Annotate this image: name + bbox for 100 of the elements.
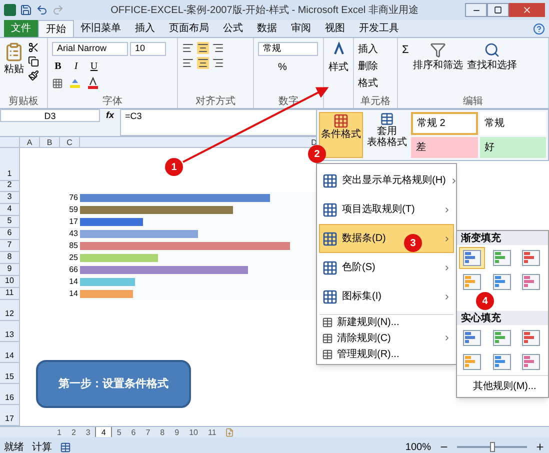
zoom-thumb[interactable] (490, 442, 494, 452)
menu-item[interactable]: 清除规则(C) (319, 330, 454, 346)
ribbon-tab[interactable]: 视图 (318, 20, 352, 37)
group-label: 对齐方式 (194, 96, 236, 108)
row-header[interactable]: 12 (0, 300, 20, 321)
conditional-format-button[interactable]: 条件格式 (319, 112, 363, 158)
autosum-button[interactable]: Σ (402, 42, 409, 96)
row-header[interactable]: 9 (0, 264, 20, 276)
ribbon-tab[interactable]: 数据 (250, 20, 284, 37)
sheet-tab[interactable]: 3 (80, 426, 96, 438)
macro-record-icon[interactable] (60, 442, 71, 452)
column-header[interactable]: A (20, 137, 40, 147)
font-style-button[interactable]: I (70, 59, 82, 74)
name-box[interactable]: D3 (0, 109, 100, 122)
undo-icon[interactable] (36, 4, 48, 16)
table-cell: 25 (69, 252, 78, 264)
excel-app-icon (4, 4, 16, 16)
section-header: 渐变填充 (457, 231, 548, 245)
sheet-tab[interactable]: 7 (140, 426, 156, 438)
row-header[interactable]: 5 (0, 216, 20, 228)
function-button[interactable]: fx (100, 109, 120, 136)
sheet-tab[interactable]: 1 (52, 426, 66, 438)
sheet-tab[interactable]: 6 (126, 426, 141, 438)
menu-item[interactable]: 图标集(I) (319, 282, 454, 311)
find-select-button[interactable]: 查找和选择 (466, 58, 517, 73)
ribbon-tab[interactable]: 审阅 (284, 20, 318, 37)
group-label: 数字 (278, 96, 300, 108)
row-header[interactable]: 4 (0, 204, 20, 216)
zoom-level[interactable]: 100% (405, 440, 431, 453)
font-size-field[interactable]: 10 (130, 42, 166, 56)
sheet-tab[interactable]: 8 (155, 426, 170, 438)
cut-icon[interactable] (28, 42, 39, 53)
row-header[interactable]: 8 (0, 252, 20, 264)
menu-item[interactable]: 管理规则(R)... (319, 346, 454, 362)
font-name-field[interactable]: Arial Narrow (52, 42, 128, 56)
row-header[interactable]: 17 (0, 405, 20, 426)
sort-filter-icon[interactable] (430, 42, 446, 58)
font-style-button[interactable]: B (52, 59, 64, 74)
cell-style-option[interactable]: 常规 2 (411, 112, 478, 135)
save-icon[interactable] (20, 4, 32, 16)
cell-style-option[interactable]: 差 (411, 137, 478, 158)
paste-button[interactable]: 粘贴 (4, 62, 24, 77)
column-header[interactable]: C (60, 137, 80, 147)
row-header[interactable]: 13 (0, 321, 20, 342)
menu-item[interactable]: 项目选取规则(T) (319, 195, 454, 224)
sheet-tab[interactable]: 4 (95, 426, 112, 438)
ribbon-tab[interactable]: 插入 (128, 20, 162, 37)
ribbon-tab[interactable]: 怀旧菜单 (74, 20, 128, 37)
sheet-tab[interactable]: 10 (184, 426, 203, 438)
more-rules-item[interactable]: 其他规则(M)... (457, 375, 548, 397)
close-icon (522, 5, 532, 15)
maximize-button[interactable] (487, 3, 509, 17)
cells-command[interactable]: 删除 (358, 59, 378, 74)
row-header[interactable]: 1 (0, 148, 20, 181)
row-header[interactable]: 2 (0, 181, 20, 192)
row-header[interactable]: 11 (0, 288, 20, 300)
styles-button[interactable]: 样式 (328, 60, 348, 75)
row-header[interactable]: 7 (0, 240, 20, 252)
align-left-icon[interactable] (182, 57, 194, 69)
data-bar-style-option[interactable] (459, 247, 485, 269)
cells-command[interactable]: 插入 (358, 42, 378, 57)
row-header[interactable]: 3 (0, 192, 20, 204)
cell-style-option[interactable]: 好 (480, 137, 546, 158)
row-header[interactable]: 15 (0, 363, 20, 384)
help-icon[interactable] (533, 23, 545, 35)
align-right-icon[interactable] (212, 57, 224, 69)
group-label: 单元格 (360, 96, 392, 108)
ribbon-tab[interactable]: 开发工具 (352, 20, 406, 37)
search-icon[interactable] (484, 42, 500, 58)
sheet-tab[interactable]: 9 (170, 426, 184, 438)
sort-filter-button[interactable]: 排序和筛选 (412, 58, 463, 73)
ribbon-tab[interactable]: 开始 (38, 20, 74, 37)
format-painter-icon[interactable] (28, 70, 39, 81)
cell-style-option[interactable]: 常规 (480, 112, 546, 135)
fill-color-icon[interactable] (69, 77, 81, 89)
ribbon-tab[interactable]: 页面布局 (162, 20, 216, 37)
menu-item[interactable]: 色阶(S) (319, 253, 454, 282)
number-format-field[interactable]: 常规 (258, 42, 318, 56)
border-icon[interactable] (52, 78, 63, 88)
copy-icon[interactable] (28, 56, 39, 67)
file-tab[interactable]: 文件 (4, 20, 38, 37)
insert-sheet-icon[interactable] (225, 428, 234, 436)
align-center-icon[interactable] (197, 57, 209, 69)
menu-item[interactable]: 新建规则(N)... (319, 314, 454, 330)
row-header[interactable]: 10 (0, 276, 20, 288)
font-color-icon[interactable] (87, 77, 99, 89)
sheet-tab[interactable]: 11 (202, 426, 222, 438)
column-header[interactable]: B (40, 137, 60, 147)
font-style-button[interactable]: U (88, 59, 100, 74)
cells-command[interactable]: 格式 (358, 76, 378, 91)
row-header[interactable]: 16 (0, 384, 20, 405)
align-middle-icon[interactable] (197, 42, 209, 54)
row-header[interactable]: 6 (0, 228, 20, 240)
sheet-tab[interactable]: 5 (112, 426, 126, 438)
sheet-tab[interactable]: 2 (66, 426, 81, 438)
zoom-in-icon[interactable] (535, 442, 545, 452)
row-header[interactable]: 14 (0, 342, 20, 363)
percent-button[interactable]: % (258, 60, 318, 75)
ribbon-tab[interactable]: 公式 (216, 20, 250, 37)
menu-item[interactable]: 突出显示单元格规则(H) (319, 166, 454, 195)
